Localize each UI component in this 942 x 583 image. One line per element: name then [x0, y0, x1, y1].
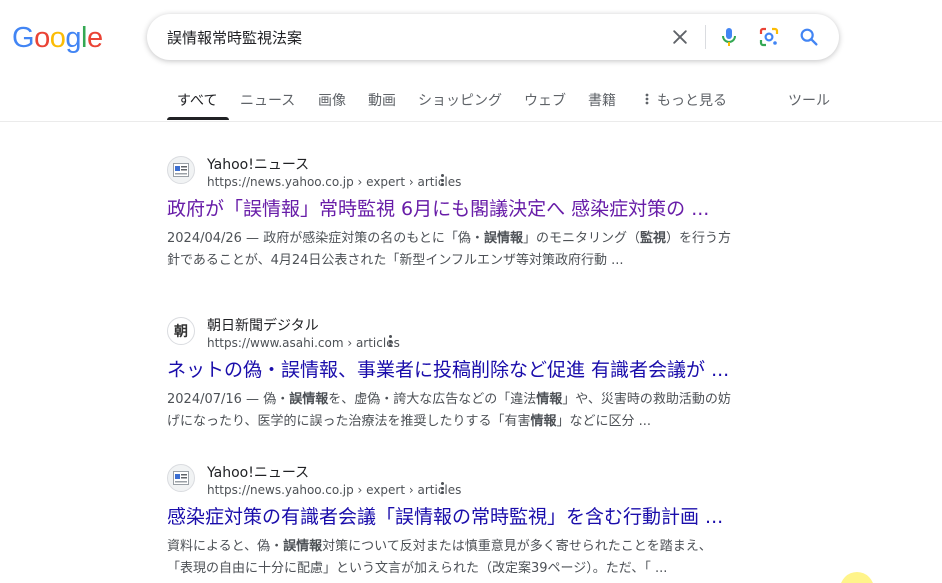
- tab-web[interactable]: ウェブ: [524, 90, 566, 110]
- logo-letter: G: [12, 22, 35, 54]
- camera-lens-icon: [759, 27, 779, 47]
- result-snippet: 資料によると、偽・誤情報対策について反対または慎重意見が多く寄せられたことを踏ま…: [167, 539, 712, 576]
- google-logo[interactable]: G o o g l e: [12, 22, 103, 55]
- yahoo-news-icon: [167, 464, 195, 492]
- result-url[interactable]: https://www.asahi.com › articles: [207, 336, 400, 350]
- active-tab-indicator: [167, 117, 229, 120]
- logo-letter: e: [86, 22, 103, 54]
- result-site-name[interactable]: 朝日新聞デジタル: [207, 315, 319, 335]
- yahoo-news-icon: [167, 156, 195, 184]
- result-site-name[interactable]: Yahoo!ニュース: [207, 462, 309, 482]
- search-divider: [705, 25, 706, 49]
- tab-images[interactable]: 画像: [318, 90, 346, 110]
- result-options-button[interactable]: [437, 480, 447, 496]
- result-url[interactable]: https://news.yahoo.co.jp › expert › arti…: [207, 175, 461, 189]
- tab-books[interactable]: 書籍: [588, 90, 616, 110]
- asahi-icon: 朝: [167, 317, 195, 345]
- clear-search-button[interactable]: [668, 25, 692, 49]
- result-snippet: 2024/07/16 — 偽・誤情報を、虚偽・誇大な広告などの「違法情報」や、災…: [167, 392, 731, 429]
- lens-search-button[interactable]: [757, 25, 781, 49]
- search-button[interactable]: [797, 25, 821, 49]
- logo-letter: o: [34, 22, 50, 54]
- result-title-link[interactable]: ネットの偽・誤情報、事業者に投稿削除など促進 有識者会議が ...: [167, 355, 729, 382]
- cursor-highlight: [840, 572, 874, 583]
- result-url[interactable]: https://news.yahoo.co.jp › expert › arti…: [207, 483, 461, 497]
- microphone-icon: [722, 28, 736, 46]
- tab-more-label: もっと見る: [657, 93, 727, 109]
- tab-shopping[interactable]: ショッピング: [418, 90, 502, 110]
- voice-search-button[interactable]: [717, 25, 741, 49]
- result-title-link[interactable]: 政府が「誤情報」常時監視 6月にも閣議決定へ 感染症対策の ...: [167, 194, 709, 221]
- tab-news[interactable]: ニュース: [240, 90, 295, 110]
- logo-letter: o: [49, 22, 66, 54]
- logo-letter: g: [65, 22, 81, 54]
- result-site-name[interactable]: Yahoo!ニュース: [207, 154, 309, 174]
- search-input[interactable]: [167, 26, 647, 48]
- result-options-button[interactable]: [437, 172, 447, 188]
- tab-all[interactable]: すべて: [177, 90, 217, 110]
- result-options-button[interactable]: [385, 333, 395, 349]
- search-icon: [800, 28, 818, 46]
- more-vert-icon: [645, 93, 649, 109]
- result-snippet: 2024/04/26 — 政府が感染症対策の名のもとに「偽・誤情報」のモニタリン…: [167, 231, 731, 268]
- search-bar: [147, 14, 839, 60]
- asahi-icon-glyph: 朝: [174, 324, 188, 340]
- tab-more[interactable]: もっと見る: [645, 90, 727, 110]
- result-title-link[interactable]: 感染症対策の有識者会議「誤情報の常時監視」を含む行動計画 ...: [167, 502, 723, 529]
- close-icon: [673, 30, 687, 44]
- tools-button[interactable]: ツール: [788, 90, 830, 110]
- search-tabs: すべて ニュース 画像 動画 ショッピング ウェブ 書籍 もっと見る ツール: [0, 84, 942, 122]
- tab-videos[interactable]: 動画: [368, 90, 396, 110]
